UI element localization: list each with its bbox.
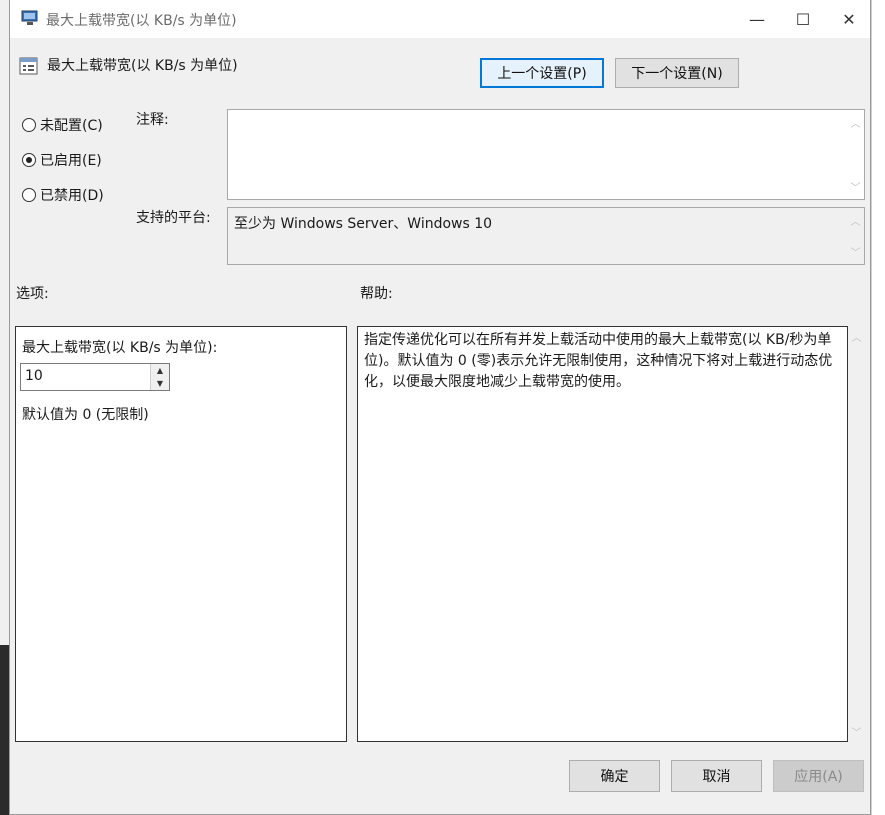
maximize-button[interactable]: ☐: [780, 0, 826, 38]
platform-scrollbar[interactable]: ︿ ﹀: [847, 208, 864, 264]
scroll-up-icon[interactable]: ︿: [847, 212, 864, 229]
radio-circle[interactable]: [22, 153, 36, 167]
policy-setting-dialog: 最大上载带宽(以 KB/s 为单位) — ☐ ✕ 最大上载带宽(以 KB/s 为…: [9, 0, 871, 815]
options-panel: 最大上载带宽(以 KB/s 为单位): 10 ▲ ▼ 默认值为 0 (无限制): [15, 326, 347, 742]
comment-label: 注释:: [136, 112, 169, 128]
radio-not-configured[interactable]: 未配置(C): [22, 115, 103, 135]
close-button[interactable]: ✕: [826, 0, 872, 38]
bandwidth-value[interactable]: 10: [25, 368, 43, 384]
radio-enabled[interactable]: 已启用(E): [22, 150, 102, 170]
scroll-down-icon[interactable]: ﹀: [847, 178, 864, 195]
spin-buttons: ▲ ▼: [150, 364, 169, 390]
spin-up-icon[interactable]: ▲: [151, 364, 169, 378]
next-setting-button[interactable]: 下一个设置(N): [615, 58, 739, 88]
options-section-label: 选项:: [16, 286, 49, 302]
setting-title: 最大上载带宽(以 KB/s 为单位): [47, 58, 238, 74]
title-bar: 最大上载带宽(以 KB/s 为单位) — ☐ ✕: [10, 0, 870, 38]
radio-circle[interactable]: [22, 188, 36, 202]
bandwidth-spinbox[interactable]: 10 ▲ ▼: [20, 363, 170, 391]
policy-window-icon: [21, 10, 39, 26]
minimize-button[interactable]: —: [734, 0, 780, 38]
scroll-down-icon[interactable]: ﹀: [848, 723, 865, 740]
cancel-button[interactable]: 取消: [671, 760, 762, 792]
spin-down-icon[interactable]: ▼: [151, 377, 169, 390]
radio-circle[interactable]: [22, 118, 36, 132]
help-text: 指定传递优化可以在所有并发上载活动中使用的最大上载带宽(以 KB/秒为单位)。默…: [364, 332, 833, 390]
platform-value: 至少为 Windows Server、Windows 10: [234, 216, 493, 232]
scroll-up-icon[interactable]: ︿: [847, 114, 864, 131]
platform-label: 支持的平台:: [136, 210, 211, 226]
default-note: 默认值为 0 (无限制): [22, 407, 149, 423]
scroll-down-icon[interactable]: ﹀: [847, 243, 864, 260]
radio-label: 已启用(E): [40, 153, 102, 169]
help-section-label: 帮助:: [360, 286, 393, 302]
window-title: 最大上载带宽(以 KB/s 为单位): [46, 13, 237, 29]
scroll-up-icon[interactable]: ︿: [848, 328, 865, 345]
platform-textbox: 至少为 Windows Server、Windows 10 ︿ ﹀: [227, 207, 865, 265]
ok-button[interactable]: 确定: [569, 760, 660, 792]
previous-setting-button[interactable]: 上一个设置(P): [480, 58, 604, 88]
radio-label: 已禁用(D): [40, 188, 104, 204]
apply-button[interactable]: 应用(A): [773, 760, 864, 792]
radio-label: 未配置(C): [40, 118, 103, 134]
comment-scrollbar[interactable]: ︿ ﹀: [847, 110, 864, 199]
comment-textbox[interactable]: ︿ ﹀: [227, 109, 865, 200]
background-window-right: [871, 0, 885, 815]
help-panel: 指定传递优化可以在所有并发上载活动中使用的最大上载带宽(以 KB/秒为单位)。默…: [357, 326, 848, 742]
bandwidth-field-label: 最大上载带宽(以 KB/s 为单位):: [22, 340, 218, 356]
policy-setting-icon: [19, 56, 39, 76]
radio-disabled[interactable]: 已禁用(D): [22, 185, 104, 205]
help-scrollbar[interactable]: ︿ ﹀: [848, 326, 865, 742]
